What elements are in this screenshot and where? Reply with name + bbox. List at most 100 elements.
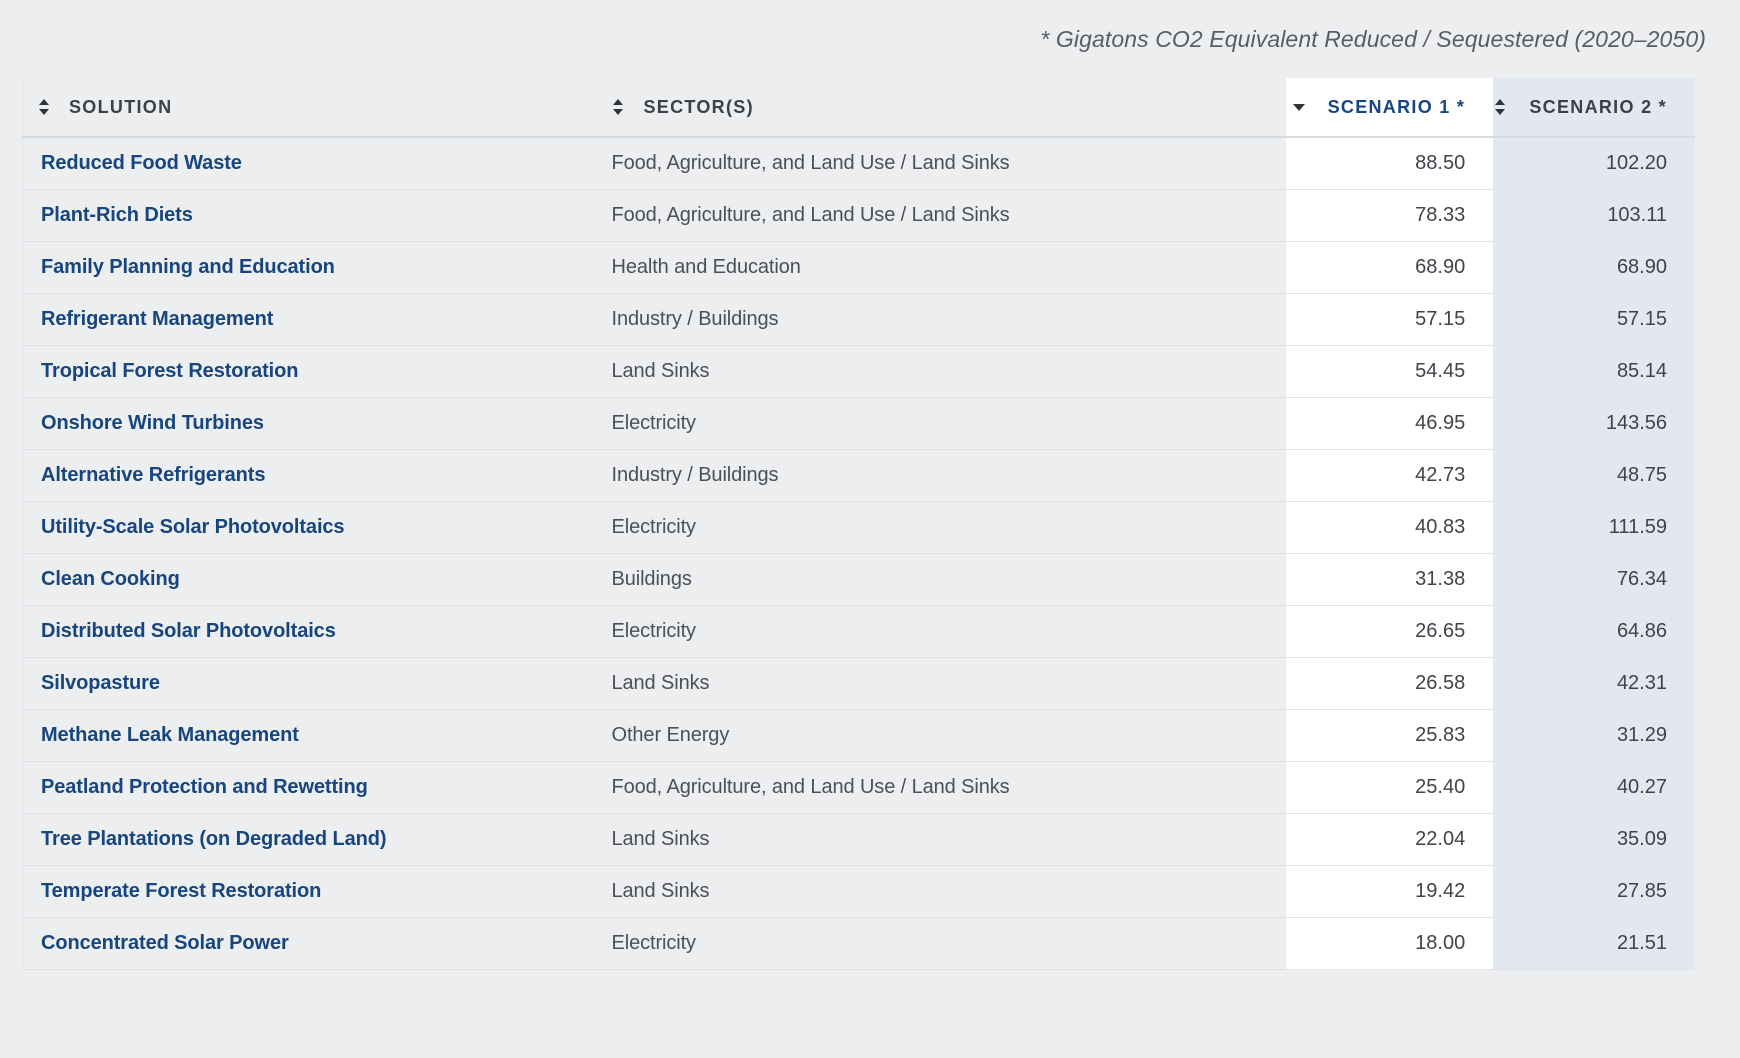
table-row[interactable]: Utility-Scale Solar Photovoltaics Electri…: [22, 501, 1695, 554]
cell-solution[interactable]: Tropical Forest Restoration: [22, 345, 598, 398]
scenario-1-value: 22.04: [1415, 828, 1466, 850]
solution-link[interactable]: Temperate Forest Restoration: [23, 880, 597, 903]
table-row[interactable]: Reduced Food Waste Food, Agriculture, and…: [22, 137, 1695, 190]
solution-link[interactable]: Plant-Rich Diets: [23, 204, 597, 227]
cell-scenario-2: 57.15: [1493, 293, 1695, 346]
cell-scenario-1: 18.00: [1286, 917, 1494, 970]
column-header-sectors-label: SECTOR(S): [643, 96, 754, 117]
scenario-1-value: 25.40: [1415, 776, 1466, 798]
cell-scenario-2: 143.56: [1493, 397, 1695, 450]
cell-solution[interactable]: Distributed Solar Photovoltaics: [22, 605, 598, 658]
scenario-2-value: 21.51: [1616, 932, 1667, 954]
scenario-1-value: 18.00: [1415, 932, 1466, 954]
cell-sectors: Electricity: [597, 917, 1287, 970]
column-header-solution[interactable]: SOLUTION: [22, 78, 598, 138]
table-caption-row: * Gigatons CO2 Equivalent Reduced / Sequ…: [0, 0, 1740, 78]
table-row[interactable]: Tropical Forest Restoration Land Sinks 54.…: [22, 345, 1695, 398]
column-header-scenario-2[interactable]: SCENARIO 2 *: [1493, 78, 1695, 138]
cell-solution[interactable]: Tree Plantations (on Degraded Land): [22, 813, 598, 866]
table-row[interactable]: Alternative Refrigerants Industry / Build…: [22, 449, 1695, 502]
table-row[interactable]: Clean Cooking Buildings 31.38 76.34: [22, 553, 1695, 606]
table-row[interactable]: Peatland Protection and Rewetting Food, A…: [22, 761, 1695, 814]
scenario-2-value: 48.75: [1616, 464, 1667, 486]
cell-sectors: Electricity: [597, 501, 1287, 554]
cell-scenario-2: 68.90: [1493, 241, 1695, 294]
solution-link[interactable]: Peatland Protection and Rewetting: [23, 776, 597, 799]
scenario-1-value: 26.58: [1415, 672, 1466, 694]
cell-solution[interactable]: Silvopasture: [22, 657, 598, 710]
cell-solution[interactable]: Peatland Protection and Rewetting: [22, 761, 598, 814]
cell-sectors: Food, Agriculture, and Land Use / Land S…: [597, 761, 1287, 814]
solution-link[interactable]: Onshore Wind Turbines: [23, 412, 597, 435]
table-row[interactable]: Plant-Rich Diets Food, Agriculture, and L…: [22, 189, 1695, 242]
solution-link[interactable]: Silvopasture: [23, 672, 597, 695]
scenario-2-value: 85.14: [1616, 360, 1667, 382]
cell-scenario-2: 85.14: [1493, 345, 1695, 398]
cell-solution[interactable]: Temperate Forest Restoration: [22, 865, 598, 918]
table-row[interactable]: Tree Plantations (on Degraded Land) Land …: [22, 813, 1695, 866]
sectors-text: Food, Agriculture, and Land Use / Land S…: [611, 152, 1010, 174]
cell-scenario-1: 42.73: [1286, 449, 1494, 502]
units-caption: * Gigatons CO2 Equivalent Reduced / Sequ…: [1040, 25, 1706, 52]
sectors-text: Industry / Buildings: [611, 464, 779, 486]
solution-link[interactable]: Refrigerant Management: [23, 308, 597, 331]
scenario-2-value: 103.11: [1607, 204, 1667, 226]
cell-scenario-1: 78.33: [1286, 189, 1494, 242]
solution-link[interactable]: Distributed Solar Photovoltaics: [23, 620, 597, 643]
table-row[interactable]: Onshore Wind Turbines Electricity 46.95 143…: [22, 397, 1695, 450]
solution-link[interactable]: Tropical Forest Restoration: [23, 360, 597, 383]
cell-scenario-2: 40.27: [1493, 761, 1695, 814]
cell-scenario-2: 64.86: [1493, 605, 1695, 658]
sectors-text: Health and Education: [611, 256, 801, 278]
solution-link[interactable]: Reduced Food Waste: [23, 152, 597, 175]
cell-solution[interactable]: Alternative Refrigerants: [22, 449, 598, 502]
solution-link[interactable]: Family Planning and Education: [23, 256, 597, 279]
sectors-text: Food, Agriculture, and Land Use / Land S…: [611, 204, 1010, 226]
bottom-fade-overlay: [0, 1044, 1740, 1058]
table-row[interactable]: Silvopasture Land Sinks 26.58 42.31: [22, 657, 1695, 710]
solutions-table-container: SOLUTION SECTOR(S) SCENARIO 1 * SCENARIO…: [0, 78, 1740, 970]
solution-link[interactable]: Tree Plantations (on Degraded Land): [23, 828, 597, 851]
table-row[interactable]: Family Planning and Education Health and …: [22, 241, 1695, 294]
sort-updown-icon[interactable]: [37, 96, 51, 118]
cell-scenario-2: 103.11: [1493, 189, 1695, 242]
sort-down-icon[interactable]: [1292, 96, 1306, 118]
cell-scenario-1: 26.58: [1286, 657, 1494, 710]
solution-link[interactable]: Clean Cooking: [23, 568, 597, 591]
cell-solution[interactable]: Concentrated Solar Power: [22, 917, 598, 970]
table-row[interactable]: Refrigerant Management Industry / Buildin…: [22, 293, 1695, 346]
column-header-scenario-1[interactable]: SCENARIO 1 *: [1286, 78, 1494, 138]
cell-scenario-1: 19.42: [1286, 865, 1494, 918]
scenario-2-value: 111.59: [1608, 516, 1667, 538]
cell-solution[interactable]: Family Planning and Education: [22, 241, 598, 294]
cell-scenario-1: 88.50: [1286, 137, 1494, 190]
solution-link[interactable]: Alternative Refrigerants: [23, 464, 597, 487]
cell-solution[interactable]: Onshore Wind Turbines: [22, 397, 598, 450]
cell-scenario-2: 111.59: [1493, 501, 1695, 554]
scenario-2-value: 68.90: [1616, 256, 1667, 278]
column-header-sectors[interactable]: SECTOR(S): [597, 78, 1287, 138]
cell-solution[interactable]: Reduced Food Waste: [22, 137, 598, 190]
cell-solution[interactable]: Clean Cooking: [22, 553, 598, 606]
solution-link[interactable]: Concentrated Solar Power: [23, 932, 597, 955]
table-row[interactable]: Methane Leak Management Other Energy 25.83…: [22, 709, 1695, 762]
sectors-text: Land Sinks: [611, 360, 710, 382]
sort-updown-icon[interactable]: [1493, 96, 1507, 118]
table-row[interactable]: Temperate Forest Restoration Land Sinks 19…: [22, 865, 1695, 918]
cell-solution[interactable]: Refrigerant Management: [22, 293, 598, 346]
solution-link[interactable]: Utility-Scale Solar Photovoltaics: [23, 516, 597, 539]
cell-scenario-2: 76.34: [1493, 553, 1695, 606]
cell-sectors: Land Sinks: [597, 657, 1287, 710]
table-body: Reduced Food Waste Food, Agriculture, and…: [22, 137, 1695, 970]
sort-updown-icon[interactable]: [611, 96, 625, 118]
cell-solution[interactable]: Utility-Scale Solar Photovoltaics: [22, 501, 598, 554]
cell-sectors: Health and Education: [597, 241, 1287, 294]
cell-solution[interactable]: Plant-Rich Diets: [22, 189, 598, 242]
cell-sectors: Industry / Buildings: [597, 449, 1287, 502]
scenario-1-value: 25.83: [1415, 724, 1466, 746]
solution-link[interactable]: Methane Leak Management: [23, 724, 597, 747]
table-row[interactable]: Concentrated Solar Power Electricity 18.00…: [22, 917, 1695, 970]
cell-scenario-1: 25.40: [1286, 761, 1494, 814]
cell-solution[interactable]: Methane Leak Management: [22, 709, 598, 762]
table-row[interactable]: Distributed Solar Photovoltaics Electrici…: [22, 605, 1695, 658]
